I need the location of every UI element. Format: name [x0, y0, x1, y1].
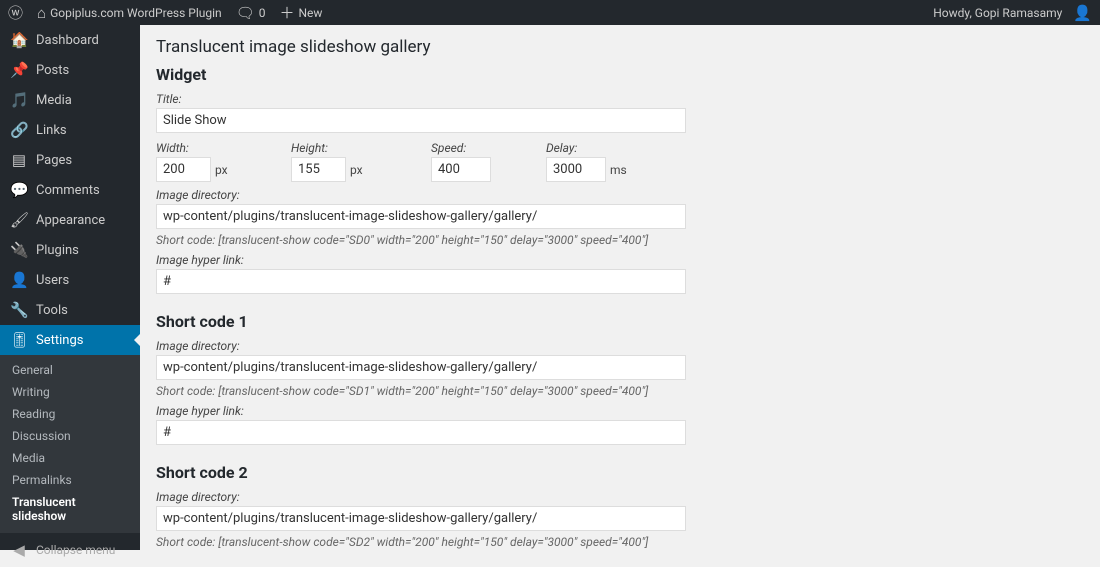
- width-unit: px: [215, 163, 228, 177]
- submenu-translucent-slideshow[interactable]: Translucent slideshow: [0, 491, 140, 527]
- submenu-general[interactable]: General: [0, 359, 140, 381]
- plug-icon: 🔌: [10, 241, 28, 259]
- user-icon: 👤: [1073, 4, 1092, 22]
- howdy-text: Howdy, Gopi Ramasamy: [933, 6, 1062, 20]
- speed-label: Speed:: [431, 141, 546, 155]
- admin-sidebar: 🏠 Dashboard 📌 Posts 🎵 Media 🔗 Links ▤ Pages 💬…: [0, 25, 140, 550]
- title-label: Title:: [156, 92, 1084, 106]
- sc1-hyperlink-label: Image hyper link:: [156, 404, 1084, 418]
- submenu-discussion[interactable]: Discussion: [0, 425, 140, 447]
- imgdir-input[interactable]: [156, 204, 686, 229]
- height-input[interactable]: [291, 157, 346, 182]
- sc1-dir-label: Image directory:: [156, 339, 1084, 353]
- wrench-icon: 🔧: [10, 301, 28, 319]
- user-menu[interactable]: Howdy, Gopi Ramasamy 👤: [933, 4, 1092, 22]
- page-title: Translucent image slideshow gallery: [156, 37, 1084, 57]
- menu-appearance[interactable]: 🖌 Appearance: [0, 205, 140, 235]
- sc2-dir-label: Image directory:: [156, 490, 1084, 504]
- pin-icon: 📌: [10, 61, 28, 79]
- submenu-reading[interactable]: Reading: [0, 403, 140, 425]
- title-input[interactable]: [156, 108, 686, 133]
- hyperlink-input[interactable]: [156, 269, 686, 294]
- menu-label: Plugins: [36, 243, 79, 258]
- submenu-writing[interactable]: Writing: [0, 381, 140, 403]
- widget-heading: Widget: [156, 65, 1084, 84]
- site-name: Gopiplus.com WordPress Plugin: [50, 6, 222, 20]
- delay-label: Delay:: [546, 141, 627, 155]
- menu-settings[interactable]: 🎚 Settings: [0, 325, 140, 355]
- menu-dashboard[interactable]: 🏠 Dashboard: [0, 25, 140, 55]
- settings-submenu: General Writing Reading Discussion Media…: [0, 355, 140, 533]
- width-input[interactable]: [156, 157, 211, 182]
- menu-label: Settings: [36, 333, 83, 348]
- comments-link[interactable]: 🗨0: [236, 4, 266, 22]
- menu-label: Comments: [36, 183, 100, 198]
- collapse-icon: ◀: [10, 541, 28, 559]
- collapse-label: Collapse menu: [36, 543, 115, 557]
- sc1-heading: Short code 1: [156, 312, 1084, 331]
- menu-users[interactable]: 👤 Users: [0, 265, 140, 295]
- menu-label: Links: [36, 123, 67, 138]
- main-content: Translucent image slideshow gallery Widg…: [140, 25, 1100, 550]
- comment-icon: 🗨: [236, 4, 255, 22]
- media-icon: 🎵: [10, 91, 28, 109]
- sc1-hyperlink-input[interactable]: [156, 420, 686, 445]
- menu-label: Posts: [36, 63, 69, 78]
- delay-unit: ms: [610, 163, 627, 177]
- menu-comments[interactable]: 💬 Comments: [0, 175, 140, 205]
- sc2-heading: Short code 2: [156, 463, 1084, 482]
- hyperlink-label: Image hyper link:: [156, 253, 1084, 267]
- menu-posts[interactable]: 📌 Posts: [0, 55, 140, 85]
- comments-count: 0: [259, 6, 266, 20]
- shortcode-widget-hint: Short code: [translucent-show code="SD0"…: [156, 233, 1084, 247]
- sc1-dir-input[interactable]: [156, 355, 686, 380]
- submenu-permalinks[interactable]: Permalinks: [0, 469, 140, 491]
- delay-input[interactable]: [546, 157, 606, 182]
- user-icon: 👤: [10, 271, 28, 289]
- height-label: Height:: [291, 141, 431, 155]
- menu-links[interactable]: 🔗 Links: [0, 115, 140, 145]
- menu-label: Appearance: [36, 213, 105, 228]
- menu-label: Dashboard: [36, 33, 99, 48]
- site-home-link[interactable]: ⌂ Gopiplus.com WordPress Plugin: [37, 4, 222, 22]
- speed-input[interactable]: [431, 157, 491, 182]
- submenu-media[interactable]: Media: [0, 447, 140, 469]
- home-icon: ⌂: [37, 4, 46, 22]
- link-icon: 🔗: [10, 121, 28, 139]
- admin-toolbar: ⓦ ⌂Gopiplus.com WordPress Plugin 🗨0 ＋New…: [0, 0, 1100, 25]
- collapse-menu[interactable]: ◀ Collapse menu: [0, 533, 140, 567]
- sc2-hint: Short code: [translucent-show code="SD2"…: [156, 535, 1084, 549]
- menu-label: Tools: [36, 303, 68, 318]
- menu-label: Media: [36, 93, 72, 108]
- sc2-dir-input[interactable]: [156, 506, 686, 531]
- new-label: New: [299, 6, 323, 20]
- height-unit: px: [350, 163, 363, 177]
- menu-label: Pages: [36, 153, 72, 168]
- menu-label: Users: [36, 273, 69, 288]
- wp-logo[interactable]: ⓦ: [8, 2, 23, 23]
- width-label: Width:: [156, 141, 291, 155]
- plus-icon: ＋: [279, 2, 294, 23]
- imgdir-label: Image directory:: [156, 188, 1084, 202]
- page-icon: ▤: [10, 151, 28, 169]
- slider-icon: 🎚: [10, 331, 28, 349]
- comment-icon: 💬: [10, 181, 28, 199]
- menu-media[interactable]: 🎵 Media: [0, 85, 140, 115]
- menu-tools[interactable]: 🔧 Tools: [0, 295, 140, 325]
- new-link[interactable]: ＋ New: [279, 2, 322, 23]
- brush-icon: 🖌: [10, 211, 28, 229]
- menu-plugins[interactable]: 🔌 Plugins: [0, 235, 140, 265]
- sc1-hint: Short code: [translucent-show code="SD1"…: [156, 384, 1084, 398]
- gauge-icon: 🏠: [10, 31, 28, 49]
- menu-pages[interactable]: ▤ Pages: [0, 145, 140, 175]
